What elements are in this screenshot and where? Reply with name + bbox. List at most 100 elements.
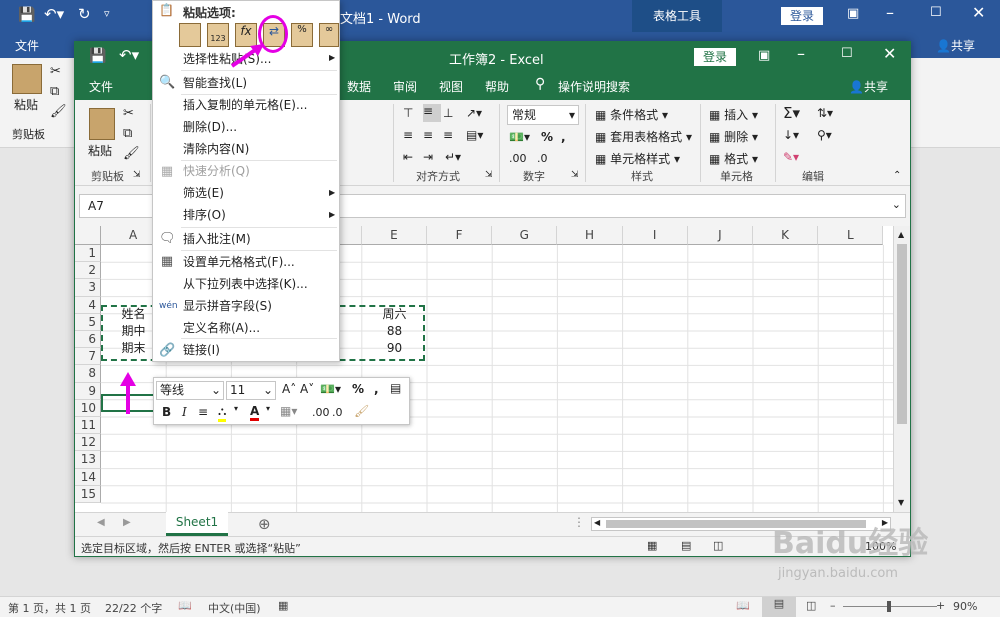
accounting-format-icon[interactable]: 💵▾ bbox=[509, 130, 533, 146]
alignment-launcher-icon[interactable]: ⇲ bbox=[485, 170, 493, 180]
vertical-scroll-thumb[interactable] bbox=[897, 244, 907, 424]
maximize-icon[interactable]: ☐ bbox=[930, 5, 942, 20]
proofing-icon[interactable]: 📖 bbox=[178, 599, 192, 612]
comma-style-icon[interactable]: , bbox=[561, 130, 575, 146]
ribbon-display-icon[interactable]: ▣ bbox=[847, 6, 859, 21]
row-header-4[interactable]: 4 bbox=[75, 296, 101, 314]
excel-format-painter-icon[interactable]: 🖌 bbox=[123, 146, 140, 161]
align-center-icon[interactable]: ≡ bbox=[423, 128, 441, 144]
excel-tab-review[interactable]: 审阅 bbox=[393, 78, 417, 95]
word-zoom-level[interactable]: 90% bbox=[953, 600, 977, 613]
column-header-i[interactable]: I bbox=[622, 226, 688, 245]
orientation-icon[interactable]: ↗▾ bbox=[466, 106, 486, 122]
cell-styles-button[interactable]: ▦ 单元格样式 ▾ bbox=[595, 150, 705, 168]
sort-filter-icon[interactable]: ⇅▾ bbox=[817, 106, 847, 124]
clipboard-launcher-icon[interactable]: ⇲ bbox=[133, 170, 141, 180]
menu-link[interactable]: 链接(I) bbox=[183, 340, 220, 360]
word-share-button[interactable]: 👤共享 bbox=[936, 37, 975, 54]
row-header-7[interactable]: 7 bbox=[75, 348, 101, 366]
fill-icon[interactable]: ↓▾ bbox=[783, 128, 813, 146]
align-left-icon[interactable]: ≡ bbox=[403, 128, 421, 144]
align-top-icon[interactable]: ⊤ bbox=[403, 106, 421, 122]
paste-icon[interactable] bbox=[179, 23, 201, 47]
word-copy-icon[interactable]: ⧉ bbox=[50, 84, 59, 99]
menu-filter[interactable]: 筛选(E) bbox=[183, 183, 224, 203]
conditional-formatting-button[interactable]: ▦ 条件格式 ▾ bbox=[595, 106, 705, 124]
align-right-icon[interactable]: ≡ bbox=[443, 128, 461, 144]
scroll-down-icon[interactable]: ▼ bbox=[898, 498, 904, 507]
grow-font-icon[interactable]: A˄ bbox=[282, 382, 296, 396]
excel-maximize-icon[interactable]: ☐ bbox=[841, 46, 853, 61]
column-header-l[interactable]: L bbox=[818, 226, 884, 245]
column-header-g[interactable]: G bbox=[492, 226, 558, 245]
menu-insert-copied-cells[interactable]: 插入复制的单元格(E)... bbox=[183, 95, 307, 115]
excel-undo-icon[interactable]: ↶▾ bbox=[119, 46, 139, 64]
menu-clear-contents[interactable]: 清除内容(N) bbox=[183, 139, 249, 159]
macro-icon[interactable]: ▦ bbox=[278, 599, 288, 612]
delete-cells-button[interactable]: ▦ 删除 ▾ bbox=[709, 128, 771, 146]
row-header-9[interactable]: 9 bbox=[75, 382, 101, 400]
autosum-icon[interactable]: Σ▾ bbox=[783, 104, 813, 122]
tell-me-search[interactable]: 操作说明搜索 bbox=[558, 78, 630, 95]
column-header-j[interactable]: J bbox=[687, 226, 753, 245]
column-header-f[interactable]: F bbox=[427, 226, 493, 245]
mini-merge-icon[interactable]: ▤ bbox=[390, 381, 401, 395]
select-all-corner[interactable] bbox=[75, 226, 101, 245]
row-header-1[interactable]: 1 bbox=[75, 245, 101, 263]
insert-cells-button[interactable]: ▦ 插入 ▾ bbox=[709, 106, 771, 124]
word-format-painter-icon[interactable]: 🖌 bbox=[50, 104, 67, 119]
excel-paste-icon[interactable] bbox=[89, 108, 115, 140]
menu-smart-lookup[interactable]: 智能查找(L) bbox=[183, 73, 247, 93]
zoom-slider-thumb[interactable] bbox=[887, 601, 891, 612]
excel-login-button[interactable]: 登录 bbox=[694, 48, 736, 66]
column-header-k[interactable]: K bbox=[753, 226, 819, 245]
excel-minimize-icon[interactable]: – bbox=[797, 44, 805, 63]
excel-tab-data[interactable]: 数据 bbox=[347, 78, 371, 95]
redo-icon[interactable]: ↻ bbox=[78, 5, 91, 23]
cell-e3[interactable]: 88 bbox=[362, 323, 427, 340]
menu-format-cells[interactable]: 设置单元格格式(F)... bbox=[183, 252, 295, 272]
wrap-text-icon[interactable]: ↵▾ bbox=[445, 150, 469, 166]
scroll-left-icon[interactable]: ◀ bbox=[594, 518, 600, 527]
zoom-in-icon[interactable]: + bbox=[936, 599, 945, 612]
normal-view-icon[interactable]: ▦ bbox=[647, 539, 657, 552]
font-color-icon[interactable]: A bbox=[250, 404, 260, 421]
decrease-indent-icon[interactable]: ⇤ bbox=[403, 150, 421, 166]
fill-color-icon[interactable]: ⛬ bbox=[218, 404, 227, 422]
column-header-h[interactable]: H bbox=[557, 226, 623, 245]
vertical-scrollbar[interactable]: ▲ ▼ bbox=[893, 226, 910, 512]
increase-decimal-icon[interactable]: .00 bbox=[509, 152, 531, 168]
add-sheet-icon[interactable]: ⊕ bbox=[258, 515, 271, 533]
accounting-icon[interactable]: 💵▾ bbox=[320, 382, 341, 396]
row-header-12[interactable]: 12 bbox=[75, 434, 101, 452]
row-header-14[interactable]: 14 bbox=[75, 468, 101, 486]
excel-ribbon-display-icon[interactable]: ▣ bbox=[758, 48, 770, 63]
row-header-8[interactable]: 8 bbox=[75, 365, 101, 383]
cell-e4[interactable]: 90 bbox=[362, 340, 427, 357]
italic-icon[interactable]: I bbox=[182, 405, 187, 419]
fill-color-chevron-icon[interactable]: ▾ bbox=[234, 404, 238, 413]
word-login-button[interactable]: 登录 bbox=[781, 7, 823, 25]
mini-format-painter-icon[interactable]: 🖌 bbox=[354, 404, 369, 418]
find-select-icon[interactable]: ⚲▾ bbox=[817, 128, 847, 146]
name-box[interactable]: A7 bbox=[88, 199, 104, 213]
row-header-11[interactable]: 11 bbox=[75, 417, 101, 435]
menu-sort[interactable]: 排序(O) bbox=[183, 205, 226, 225]
undo-icon[interactable]: ↶▾ bbox=[44, 5, 64, 23]
row-header-6[interactable]: 6 bbox=[75, 331, 101, 349]
page-break-view-icon[interactable]: ◫ bbox=[713, 539, 723, 552]
align-bottom-icon[interactable]: ⊥ bbox=[443, 106, 461, 122]
mini-percent-icon[interactable]: % bbox=[352, 382, 364, 396]
word-language[interactable]: 中文(中国) bbox=[208, 600, 261, 616]
excel-tab-file[interactable]: 文件 bbox=[89, 78, 113, 95]
excel-cut-icon[interactable]: ✂ bbox=[123, 106, 134, 121]
format-cells-button[interactable]: ▦ 格式 ▾ bbox=[709, 150, 771, 168]
mini-comma-icon[interactable]: , bbox=[374, 382, 379, 396]
decrease-decimal-icon[interactable]: .0 bbox=[537, 152, 559, 168]
bold-icon[interactable]: B bbox=[162, 405, 171, 419]
menu-insert-comment[interactable]: 插入批注(M) bbox=[183, 229, 251, 249]
mini-decrease-decimal-icon[interactable]: .0 bbox=[332, 406, 343, 419]
word-paste-icon[interactable] bbox=[12, 64, 42, 94]
align-middle-icon[interactable]: ≡ bbox=[423, 104, 441, 122]
borders-icon[interactable]: ▦▾ bbox=[280, 404, 297, 418]
